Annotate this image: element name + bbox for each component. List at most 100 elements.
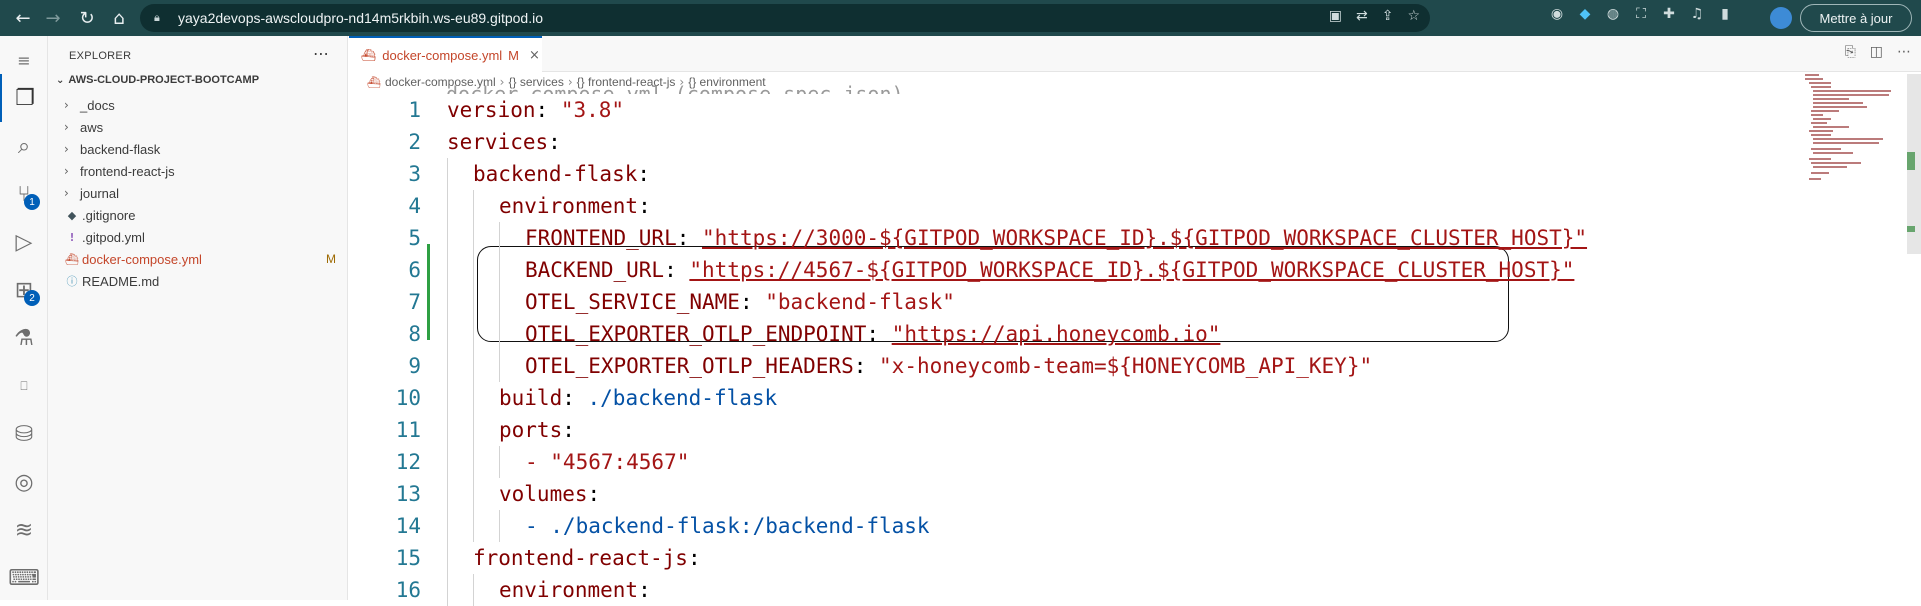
- info-icon: ⓘ: [66, 275, 78, 288]
- code-line[interactable]: 9 OTEL_EXPORTER_OTLP_HEADERS: "x-honeycom…: [349, 350, 1779, 382]
- share-icon[interactable]: ⇪: [1382, 8, 1394, 24]
- lock-icon: 🔒︎: [154, 11, 160, 24]
- yaml-key: OTEL_EXPORTER_OTLP_ENDPOINT: [525, 322, 867, 346]
- tree-file-docker-compose[interactable]: ⛴ docker-compose.yml M: [64, 248, 344, 270]
- indent-guide: [447, 414, 448, 446]
- code-text: backend-flask:: [473, 158, 650, 190]
- api-icon[interactable]: ⎕: [0, 362, 48, 410]
- yaml-key: backend-flask: [473, 162, 638, 186]
- code-line[interactable]: 10 build: ./backend-flask: [349, 382, 1779, 414]
- install-app-icon[interactable]: ▣: [1329, 8, 1342, 24]
- extension-4-icon[interactable]: ⛶: [1632, 6, 1650, 22]
- tree-file-gitpod-yml[interactable]: ! .gitpod.yml: [64, 226, 344, 248]
- code-line[interactable]: 5 FRONTEND_URL: "https://3000-${GITPOD_WO…: [349, 222, 1779, 254]
- open-changes-icon[interactable]: ⎘: [1845, 44, 1856, 60]
- run-debug-icon[interactable]: ▷: [0, 218, 48, 266]
- indent-guide: [473, 574, 474, 606]
- indent-guide: [473, 510, 474, 542]
- chevron-right-icon: ›: [64, 186, 69, 200]
- github-icon[interactable]: ◎: [0, 458, 48, 506]
- bookmark-star-icon[interactable]: ☆: [1407, 8, 1420, 24]
- profile-avatar[interactable]: [1770, 7, 1792, 29]
- url-text: yaya2devops-awscloudpro-nd14m5rkbih.ws-e…: [178, 10, 543, 26]
- tree-file-readme[interactable]: ⓘ README.md: [64, 270, 344, 292]
- stack-icon[interactable]: ≋: [0, 506, 48, 554]
- yaml-value: - ./backend-flask:/backend-flask: [525, 514, 930, 538]
- tree-folder-backend-flask[interactable]: › backend-flask: [64, 138, 344, 160]
- indent-guide: [447, 222, 448, 254]
- tab-docker-compose[interactable]: ⛴ docker-compose.yml M ×: [349, 36, 542, 72]
- more-actions-icon[interactable]: ⋯: [313, 44, 329, 63]
- yaml-value: "backend-flask": [765, 290, 955, 314]
- home-icon[interactable]: ⌂: [104, 3, 134, 33]
- tab-label: docker-compose.yml: [382, 47, 503, 63]
- extension-2-icon[interactable]: ◆: [1576, 6, 1594, 22]
- indent-guide: [447, 510, 448, 542]
- indent-guide: [447, 478, 448, 510]
- tree-folder-docs[interactable]: › _docs: [64, 94, 344, 116]
- update-button[interactable]: Mettre à jour: [1800, 4, 1912, 32]
- tree-folder-aws[interactable]: › aws: [64, 116, 344, 138]
- line-number: 8: [408, 322, 421, 346]
- indent-guide: [473, 318, 474, 350]
- code-text: version: "3.8": [447, 94, 624, 126]
- line-number: 10: [395, 386, 421, 410]
- close-icon[interactable]: ×: [529, 48, 540, 63]
- tree-folder-frontend-react-js[interactable]: › frontend-react-js: [64, 160, 344, 182]
- reload-icon[interactable]: ↻: [72, 3, 102, 33]
- code-line[interactable]: 12 - "4567:4567": [349, 446, 1779, 478]
- code-line[interactable]: 11 ports:: [349, 414, 1779, 446]
- line-number: 11: [395, 418, 421, 442]
- media-icon[interactable]: ♫: [1688, 6, 1706, 22]
- code-line[interactable]: 2 services:: [349, 126, 1779, 158]
- testing-flask-icon[interactable]: ⚗: [0, 314, 48, 362]
- yaml-key: OTEL_EXPORTER_OTLP_HEADERS: [525, 354, 854, 378]
- code-line[interactable]: 4 environment:: [349, 190, 1779, 222]
- colon: :: [687, 546, 701, 570]
- code-line[interactable]: 14 - ./backend-flask:/backend-flask: [349, 510, 1779, 542]
- code-line[interactable]: 1 version: "3.8": [349, 94, 1779, 126]
- indent-guide: [499, 350, 500, 382]
- line-number: 6: [408, 258, 421, 282]
- back-icon[interactable]: ←: [8, 3, 38, 33]
- forward-icon[interactable]: →: [38, 3, 68, 33]
- address-bar[interactable]: 🔒︎ yaya2devops-awscloudpro-nd14m5rkbih.w…: [140, 4, 1430, 32]
- code-line[interactable]: 16 environment:: [349, 574, 1779, 606]
- extension-3-icon[interactable]: ◍: [1604, 6, 1622, 22]
- code-line[interactable]: 3 backend-flask:: [349, 158, 1779, 190]
- explorer-icon[interactable]: ❐: [0, 74, 48, 122]
- split-editor-icon[interactable]: ◫: [1870, 44, 1883, 60]
- yaml-key: frontend-react-js: [473, 546, 688, 570]
- activity-bar: ≡ ❐ ⌕ ⑂ 1 ▷ ⊞ 2 ⚗ ⎕ ⛁ ◎ ≋ ⌨: [0, 36, 48, 600]
- indent-guide: [473, 446, 474, 478]
- extensions-icon[interactable]: ⊞ 2: [0, 266, 48, 314]
- database-icon[interactable]: ⛁: [0, 410, 48, 458]
- more-actions-icon[interactable]: ⋯: [1897, 44, 1911, 60]
- code-line[interactable]: 13 volumes:: [349, 478, 1779, 510]
- project-header[interactable]: ⌄ AWS-CLOUD-PROJECT-BOOTCAMP: [56, 74, 259, 86]
- git-icon: ◆: [67, 208, 77, 222]
- search-icon[interactable]: ⌕: [0, 122, 48, 170]
- line-number: 9: [408, 354, 421, 378]
- tree-folder-journal[interactable]: › journal: [64, 182, 344, 204]
- code-line[interactable]: 8 OTEL_EXPORTER_OTLP_ENDPOINT: "https://a…: [349, 318, 1779, 350]
- yaml-value: "x-honeycomb-team=${HONEYCOMB_API_KEY}": [879, 354, 1373, 378]
- translate-icon[interactable]: ⇄: [1356, 8, 1368, 24]
- yaml-key: OTEL_SERVICE_NAME: [525, 290, 740, 314]
- tree-file-gitignore[interactable]: ◆ .gitignore: [64, 204, 344, 226]
- colon: :: [587, 482, 601, 506]
- extension-1-icon[interactable]: ◉: [1548, 6, 1566, 22]
- extensions-puzzle-icon[interactable]: ✚: [1660, 6, 1678, 22]
- terminal-icon[interactable]: ⌨: [0, 554, 48, 602]
- source-control-icon[interactable]: ⑂ 1: [0, 170, 48, 218]
- code-line[interactable]: 7 OTEL_SERVICE_NAME: "backend-flask": [349, 286, 1779, 318]
- minimap[interactable]: [1805, 74, 1905, 194]
- colon: :: [676, 226, 703, 250]
- indent-guide: [447, 446, 448, 478]
- code-text: volumes:: [499, 478, 600, 510]
- side-panel-icon[interactable]: ▮: [1716, 6, 1734, 22]
- project-name: AWS-CLOUD-PROJECT-BOOTCAMP: [68, 74, 260, 86]
- yaml-key: services: [447, 130, 549, 154]
- code-line[interactable]: 15 frontend-react-js:: [349, 542, 1779, 574]
- code-line[interactable]: 6 BACKEND_URL: "https://4567-${GITPOD_WOR…: [349, 254, 1779, 286]
